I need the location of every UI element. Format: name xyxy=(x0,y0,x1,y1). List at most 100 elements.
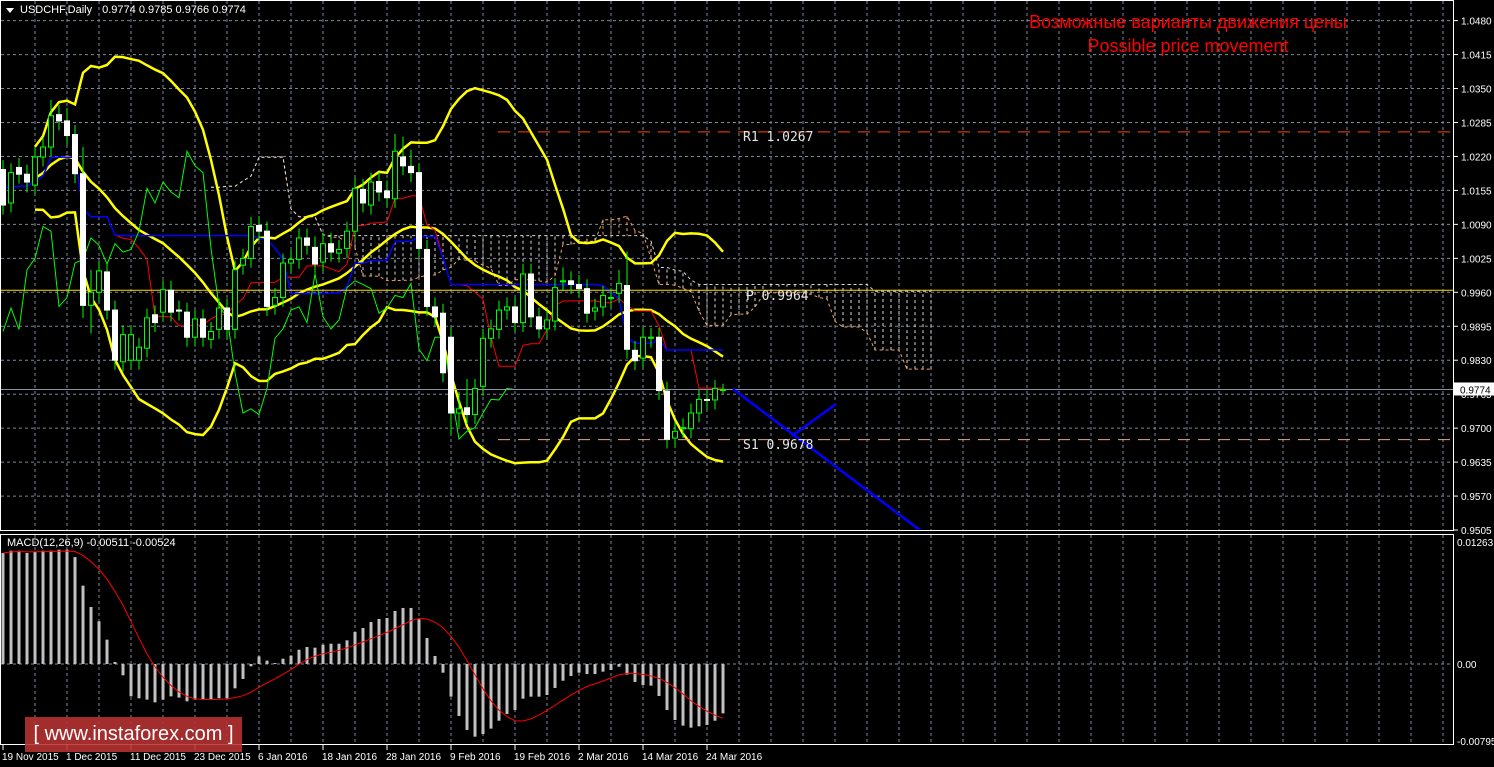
candle-bearish[interactable] xyxy=(584,288,590,314)
dropdown-triangle-icon[interactable] xyxy=(6,7,14,13)
candle-bearish[interactable] xyxy=(360,188,366,204)
candle-bullish[interactable] xyxy=(456,408,462,414)
candle-bullish[interactable] xyxy=(320,243,326,263)
candle-bullish[interactable] xyxy=(672,430,678,439)
candle-bullish[interactable] xyxy=(488,328,494,339)
candle-bearish[interactable] xyxy=(24,173,30,183)
instaforex-watermark[interactable]: [ www.instaforex.com ] xyxy=(25,717,242,752)
candle-bearish[interactable] xyxy=(16,166,22,175)
candle-bearish[interactable] xyxy=(80,173,86,306)
price-tick-label: 0.9700 xyxy=(1461,424,1492,435)
candle-bullish[interactable] xyxy=(136,346,142,361)
candle-bullish[interactable] xyxy=(608,297,614,300)
candle-bullish[interactable] xyxy=(472,387,478,416)
candle-bearish[interactable] xyxy=(384,190,390,199)
price-tick-label: 1.0090 xyxy=(1461,220,1492,231)
candle-bullish[interactable] xyxy=(40,146,46,158)
candle-bearish[interactable] xyxy=(112,309,118,361)
candle-bullish[interactable] xyxy=(128,334,134,361)
candle-bullish[interactable] xyxy=(32,156,38,186)
macd-histogram-bar xyxy=(281,658,285,664)
candle-bullish[interactable] xyxy=(368,181,374,206)
candle-bearish[interactable] xyxy=(304,237,310,246)
candle-bearish[interactable] xyxy=(656,336,662,392)
candle-bearish[interactable] xyxy=(56,114,62,122)
candle-bearish[interactable] xyxy=(328,243,334,253)
candle-bullish[interactable] xyxy=(640,336,646,359)
candle-bearish[interactable] xyxy=(664,390,670,440)
candle-bearish[interactable] xyxy=(408,165,414,174)
candle-bullish[interactable] xyxy=(160,289,166,313)
candle-bearish[interactable] xyxy=(224,307,230,330)
candle-bearish[interactable] xyxy=(512,306,518,324)
candle-bearish[interactable] xyxy=(264,230,270,307)
candle-bullish[interactable] xyxy=(560,280,566,283)
candle-bearish[interactable] xyxy=(176,309,182,312)
candle-bullish[interactable] xyxy=(248,225,254,259)
candle-bearish[interactable] xyxy=(624,285,630,350)
candle-bearish[interactable] xyxy=(168,289,174,313)
candle-bullish[interactable] xyxy=(232,269,238,330)
candle-bearish[interactable] xyxy=(312,246,318,265)
candle-bullish[interactable] xyxy=(592,307,598,312)
senkou-span-a-line xyxy=(211,156,931,370)
candle-bearish[interactable] xyxy=(152,314,158,324)
candle-bullish[interactable] xyxy=(496,309,502,330)
candle-bearish[interactable] xyxy=(72,134,78,175)
candle-bullish[interactable] xyxy=(616,282,622,294)
candle-bullish[interactable] xyxy=(696,398,702,414)
candle-bearish[interactable] xyxy=(440,312,446,374)
candle-bullish[interactable] xyxy=(552,287,558,322)
candle-bullish[interactable] xyxy=(544,319,550,330)
candle-bearish[interactable] xyxy=(64,120,70,137)
candle-bullish[interactable] xyxy=(192,318,198,338)
candle-bullish[interactable] xyxy=(720,388,726,391)
candle-bullish[interactable] xyxy=(240,257,246,266)
candle-bearish[interactable] xyxy=(432,306,438,318)
candle-bullish[interactable] xyxy=(392,150,398,200)
candle-bearish[interactable] xyxy=(448,336,454,414)
candle-bullish[interactable] xyxy=(480,337,486,387)
candle-bearish[interactable] xyxy=(256,224,262,232)
candle-bullish[interactable] xyxy=(600,294,606,308)
candle-bullish[interactable] xyxy=(208,330,214,340)
macd-histogram-bar xyxy=(577,664,581,673)
candle-bearish[interactable] xyxy=(376,181,382,193)
candle-bullish[interactable] xyxy=(8,172,14,204)
candle-bearish[interactable] xyxy=(576,283,582,290)
candle-bullish[interactable] xyxy=(216,307,222,330)
candle-bearish[interactable] xyxy=(464,407,470,416)
candle-bearish[interactable] xyxy=(1,169,6,206)
candle-bearish[interactable] xyxy=(104,271,110,311)
candle-bullish[interactable] xyxy=(344,230,350,249)
candle-bullish[interactable] xyxy=(88,291,94,306)
candle-bearish[interactable] xyxy=(632,349,638,362)
candle-bearish[interactable] xyxy=(200,318,206,338)
candle-bearish[interactable] xyxy=(424,248,430,307)
candle-bullish[interactable] xyxy=(272,297,278,306)
candle-bearish[interactable] xyxy=(416,172,422,249)
candle-bullish[interactable] xyxy=(504,306,510,311)
candle-bearish[interactable] xyxy=(568,280,574,285)
price-chart[interactable]: 1.0480 1.0415 1.0350 1.0285 1.0220 1.0155 1.00… xyxy=(0,0,1494,767)
candle-bearish[interactable] xyxy=(536,316,542,330)
candle-bullish[interactable] xyxy=(120,334,126,363)
candle-bullish[interactable] xyxy=(352,187,358,232)
forecast-line-up[interactable] xyxy=(791,402,837,438)
candle-bullish[interactable] xyxy=(712,387,718,401)
candle-bullish[interactable] xyxy=(520,273,526,324)
candle-bearish[interactable] xyxy=(184,311,190,338)
candle-bullish[interactable] xyxy=(688,412,694,430)
candle-bullish[interactable] xyxy=(48,115,54,148)
candle-bullish[interactable] xyxy=(336,248,342,254)
candle-bullish[interactable] xyxy=(96,270,102,293)
candle-bearish[interactable] xyxy=(400,156,406,167)
candle-bullish[interactable] xyxy=(648,336,654,339)
candle-bullish[interactable] xyxy=(680,427,686,430)
candle-bullish[interactable] xyxy=(288,258,294,264)
candle-bearish[interactable] xyxy=(704,398,710,401)
candle-bearish[interactable] xyxy=(528,273,534,318)
candle-bullish[interactable] xyxy=(296,237,302,260)
candle-bullish[interactable] xyxy=(280,262,286,299)
candle-bullish[interactable] xyxy=(144,317,150,349)
